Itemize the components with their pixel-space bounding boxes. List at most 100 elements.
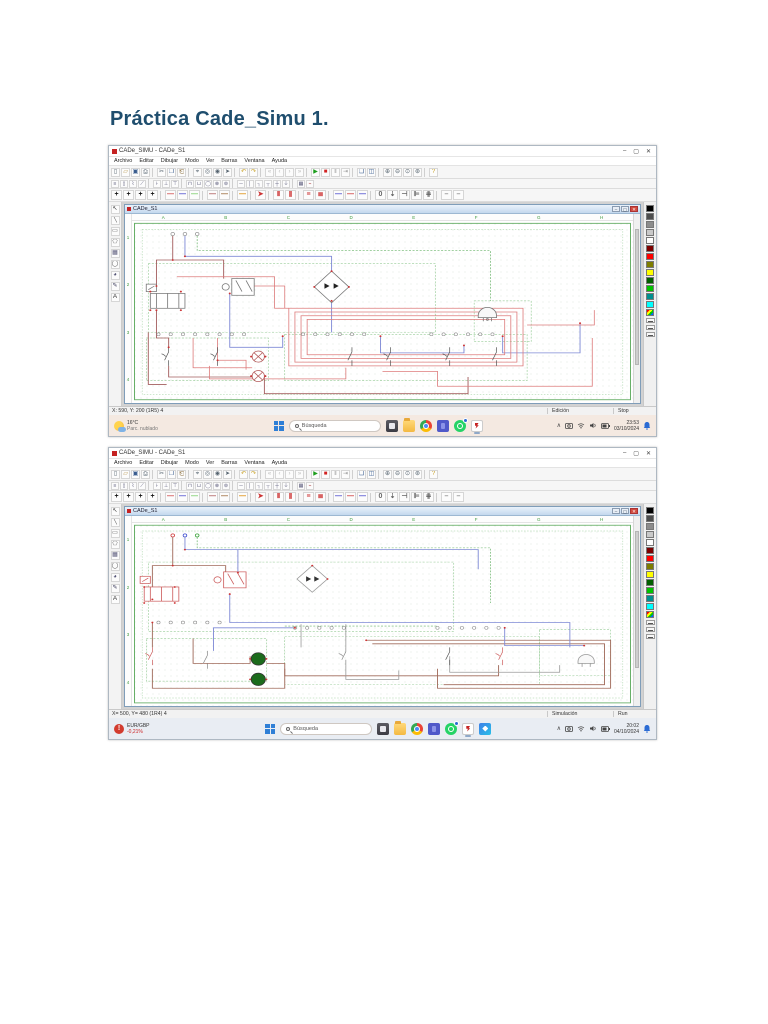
probe-icon[interactable]: ⇣ xyxy=(387,190,398,200)
volume-icon[interactable] xyxy=(589,422,597,429)
help-icon[interactable]: ? xyxy=(429,469,438,479)
camera-icon[interactable] xyxy=(565,422,573,429)
bus-numbered-icon[interactable]: ⫼ xyxy=(285,190,296,200)
teams-icon[interactable] xyxy=(428,722,441,735)
scrollbar-thumb[interactable] xyxy=(635,531,639,668)
redo-icon[interactable]: ↷ xyxy=(249,167,258,177)
pen-tool-icon[interactable]: ✎ xyxy=(110,282,120,291)
contact-no-icon[interactable]: ⊦ xyxy=(153,481,161,490)
motor-icon[interactable]: ◯ xyxy=(204,481,212,490)
line-style-dashed[interactable] xyxy=(645,627,655,632)
go-last-icon[interactable]: » xyxy=(295,469,304,479)
windows-start-button[interactable] xyxy=(265,723,276,734)
vertical-scrollbar[interactable] xyxy=(633,214,640,403)
file-explorer-icon[interactable] xyxy=(402,417,415,432)
palette-color-swatch[interactable] xyxy=(646,277,654,284)
undo-icon[interactable]: ↶ xyxy=(239,167,248,177)
simulate-play-icon[interactable]: ▶ xyxy=(311,167,320,177)
menu-item-dibujar[interactable]: Dibujar xyxy=(161,460,178,466)
wire-red-icon[interactable]: — xyxy=(165,190,176,200)
stocks-widget[interactable]: EUR/GBP -0,21% xyxy=(114,723,200,735)
find-wire-icon[interactable]: ◉ xyxy=(213,167,222,177)
text-tool-icon[interactable]: A xyxy=(110,595,120,604)
lines-pack-2-icon[interactable]: ≣ xyxy=(315,492,326,502)
ground-icon[interactable]: ⏚ xyxy=(282,481,290,490)
new-icon[interactable]: ▯ xyxy=(111,469,120,479)
print-icon[interactable]: ⎙ xyxy=(141,167,150,177)
pen-tool-icon[interactable]: ✎ xyxy=(110,584,120,593)
wire-red-icon[interactable]: — xyxy=(165,492,176,502)
wifi-icon[interactable] xyxy=(577,725,585,732)
fill-tool-icon[interactable]: ◕ xyxy=(110,271,120,280)
taskbar-clock[interactable]: 23:53 03/10/2024 xyxy=(614,420,639,432)
window-tile-icon[interactable]: ◫ xyxy=(367,469,376,479)
wire-maroon-icon[interactable]: — xyxy=(207,492,218,502)
scrollbar-thumb[interactable] xyxy=(635,229,639,366)
menu-item-archivo[interactable]: Archivo xyxy=(114,460,132,466)
menu-item-ver[interactable]: Ver xyxy=(206,460,214,466)
power-lines-icon[interactable]: ≡ xyxy=(111,179,119,188)
timer-icon[interactable]: ⊔ xyxy=(195,179,203,188)
menu-item-ventana[interactable]: Ventana xyxy=(244,158,264,164)
close-button[interactable]: ✕ xyxy=(646,450,651,457)
wire-tee-icon[interactable]: ┬ xyxy=(264,481,272,490)
wire-brown-icon[interactable]: — xyxy=(219,190,230,200)
palette-color-swatch[interactable] xyxy=(646,221,654,228)
pushbutton-icon[interactable]: ⊤ xyxy=(171,179,179,188)
line-blue-c-icon[interactable]: — xyxy=(357,492,368,502)
cade-simu-taskbar-icon[interactable] xyxy=(470,419,483,434)
camera-icon[interactable] xyxy=(565,725,573,732)
contact-nc-icon[interactable]: ⊥ xyxy=(162,481,170,490)
taskbar-clock[interactable]: 20:02 04/10/2024 xyxy=(614,723,639,735)
rect-tool-icon[interactable]: ▭ xyxy=(110,529,120,538)
palette-color-swatch[interactable] xyxy=(646,603,654,610)
node-double-icon[interactable]: ⊫ xyxy=(411,492,422,502)
polygon-tool-icon[interactable]: ⬠ xyxy=(110,238,120,247)
bus-bars-icon[interactable]: ⦀ xyxy=(273,190,284,200)
palette-color-swatch[interactable] xyxy=(646,237,654,244)
task-view-icon[interactable] xyxy=(377,722,390,735)
copy-icon[interactable]: ❐ xyxy=(167,469,176,479)
wire-corner-icon[interactable]: ┐ xyxy=(255,179,263,188)
cut-icon[interactable]: ✂ xyxy=(157,469,166,479)
select-tool-icon[interactable]: ↖ xyxy=(110,205,120,214)
palette-color-swatch[interactable] xyxy=(646,587,654,594)
dash-short-icon[interactable]: – xyxy=(441,492,452,502)
line-style-solid[interactable] xyxy=(645,318,655,323)
step-back-icon[interactable]: ‹ xyxy=(275,167,284,177)
palette-color-swatch[interactable] xyxy=(646,205,654,212)
find-component-icon[interactable]: ◎ xyxy=(203,167,212,177)
simulate-step-icon[interactable]: ⇥ xyxy=(341,469,350,479)
menu-item-dibujar[interactable]: Dibujar xyxy=(161,158,178,164)
tray-chevron-icon[interactable]: ∧ xyxy=(557,725,561,732)
menu-item-editar[interactable]: Editar xyxy=(139,460,153,466)
zoom-in-icon[interactable]: ⊕ xyxy=(383,167,392,177)
terminal-icon[interactable]: ⊚ xyxy=(222,179,230,188)
find-icon[interactable]: ⌖ xyxy=(193,469,202,479)
notification-bell-icon[interactable] xyxy=(643,421,651,430)
dash-long-icon[interactable]: – xyxy=(453,492,464,502)
palette-color-swatch[interactable] xyxy=(646,595,654,602)
find-icon[interactable]: ⌖ xyxy=(193,167,202,177)
palette-color-swatch[interactable] xyxy=(646,555,654,562)
cut-icon[interactable]: ✂ xyxy=(157,167,166,177)
wire-corner-icon[interactable]: ┐ xyxy=(255,481,263,490)
zero-marker-icon[interactable]: 0 xyxy=(375,492,386,502)
line-tool-icon[interactable]: ╲ xyxy=(110,216,120,225)
find-wire-icon[interactable]: ◉ xyxy=(213,469,222,479)
lines-pack-icon[interactable]: ≡ xyxy=(303,492,314,502)
menu-item-barras[interactable]: Barras xyxy=(221,158,237,164)
child-minimize-button[interactable]: – xyxy=(612,206,620,212)
schematic-canvas-simulation[interactable] xyxy=(132,523,633,706)
windows-start-button[interactable] xyxy=(273,420,284,431)
zoom-page-icon[interactable]: ⊛ xyxy=(413,469,422,479)
battery-icon[interactable] xyxy=(601,422,610,429)
taskbar-search[interactable]: Búsqueda xyxy=(288,419,381,432)
node-triple-icon[interactable]: ⋕ xyxy=(423,190,434,200)
pointer-icon[interactable]: ➤ xyxy=(223,167,232,177)
bus-numbered-icon[interactable]: ⫼ xyxy=(285,492,296,502)
close-button[interactable]: ✕ xyxy=(646,148,651,155)
save-icon[interactable]: ▣ xyxy=(131,469,140,479)
junction-3-icon[interactable]: + xyxy=(135,492,146,502)
menu-item-ayuda[interactable]: Ayuda xyxy=(272,158,288,164)
